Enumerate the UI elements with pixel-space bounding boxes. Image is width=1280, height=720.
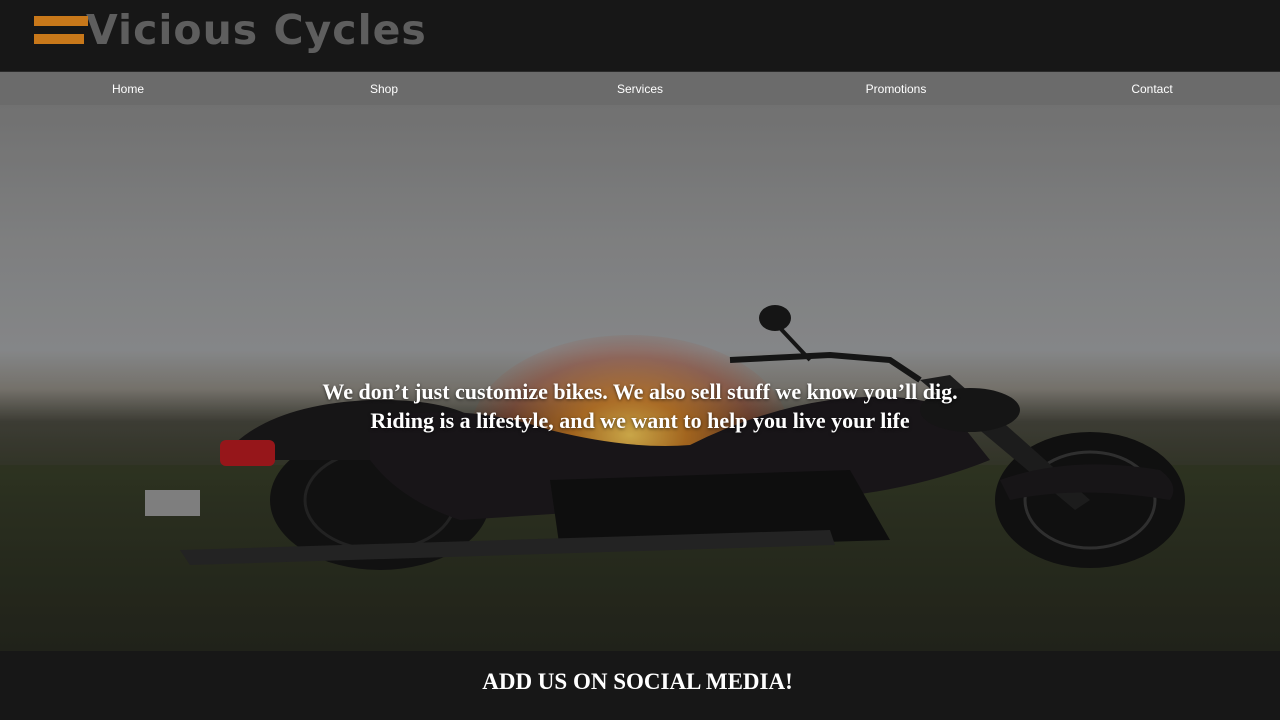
main-nav: Home Shop Services Promotions Contact xyxy=(0,72,1280,105)
nav-item-home[interactable]: Home xyxy=(0,72,256,105)
social-media-heading: ADD US ON SOCIAL MEDIA! xyxy=(482,669,793,694)
nav-item-shop[interactable]: Shop xyxy=(256,72,512,105)
site-header: Vicious Cycles xyxy=(0,0,1280,72)
logo-text: Vicious Cycles xyxy=(86,6,427,54)
nav-item-services[interactable]: Services xyxy=(512,72,768,105)
nav-item-promotions[interactable]: Promotions xyxy=(768,72,1024,105)
hero-banner: We don’t just customize bikes. We also s… xyxy=(0,105,1280,651)
logo-stripes-icon xyxy=(34,13,88,47)
hero-tagline: We don’t just customize bikes. We also s… xyxy=(0,377,1280,435)
tagline-line-2: Riding is a lifestyle, and we want to he… xyxy=(370,408,910,433)
social-footer: ADD US ON SOCIAL MEDIA! xyxy=(0,651,1280,720)
nav-item-contact[interactable]: Contact xyxy=(1024,72,1280,105)
site-logo[interactable]: Vicious Cycles xyxy=(34,8,427,52)
tagline-line-1: We don’t just customize bikes. We also s… xyxy=(322,379,958,404)
